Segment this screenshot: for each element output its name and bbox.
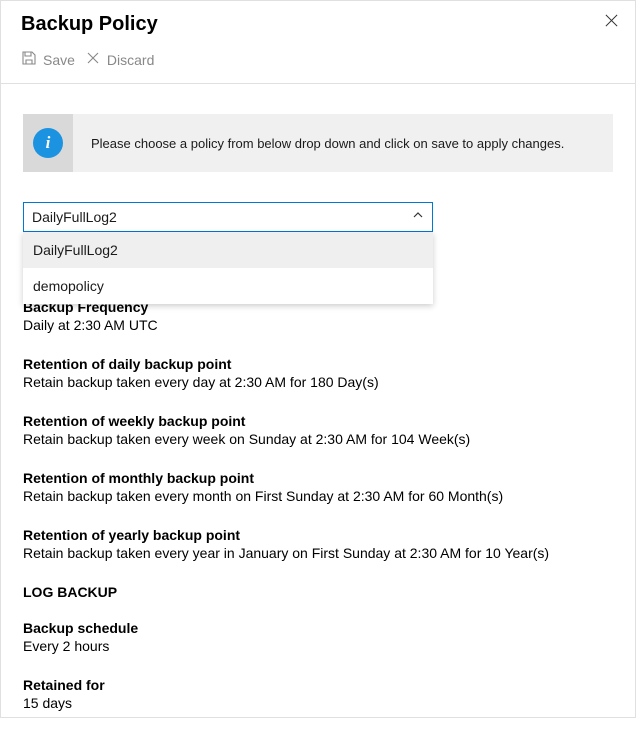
dropdown-option[interactable]: DailyFullLog2 [23,232,433,268]
save-label: Save [43,52,75,68]
retained-for-heading: Retained for [23,677,613,693]
backup-frequency-value: Daily at 2:30 AM UTC [23,315,613,336]
info-banner: i Please choose a policy from below drop… [23,114,613,172]
retention-yearly-value: Retain backup taken every year in Januar… [23,543,613,564]
dropdown-option[interactable]: demopolicy [23,268,433,304]
toolbar: Save Discard [1,44,635,84]
retention-weekly-value: Retain backup taken every week on Sunday… [23,429,613,450]
save-button[interactable]: Save [21,50,75,69]
close-icon[interactable] [604,13,619,33]
page-title: Backup Policy [21,13,158,36]
log-backup-heading: LOG BACKUP [23,584,613,600]
chevron-up-icon [412,208,424,226]
retention-monthly-heading: Retention of monthly backup point [23,470,613,486]
backup-schedule-value: Every 2 hours [23,636,613,657]
retention-yearly-heading: Retention of yearly backup point [23,527,613,543]
retention-weekly-heading: Retention of weekly backup point [23,413,613,429]
retained-for-value: 15 days [23,693,613,714]
save-icon [21,50,37,69]
retention-daily-value: Retain backup taken every day at 2:30 AM… [23,372,613,393]
policy-dropdown[interactable]: DailyFullLog2 [23,202,433,232]
info-text: Please choose a policy from below drop d… [91,136,564,151]
policy-dropdown-selected: DailyFullLog2 [32,209,117,225]
discard-label: Discard [107,52,154,68]
retention-daily-heading: Retention of daily backup point [23,356,613,372]
backup-schedule-heading: Backup schedule [23,620,613,636]
discard-button[interactable]: Discard [85,50,154,69]
retention-monthly-value: Retain backup taken every month on First… [23,486,613,507]
info-icon: i [23,114,73,172]
discard-icon [85,50,101,69]
policy-dropdown-options: DailyFullLog2 demopolicy [23,232,433,304]
